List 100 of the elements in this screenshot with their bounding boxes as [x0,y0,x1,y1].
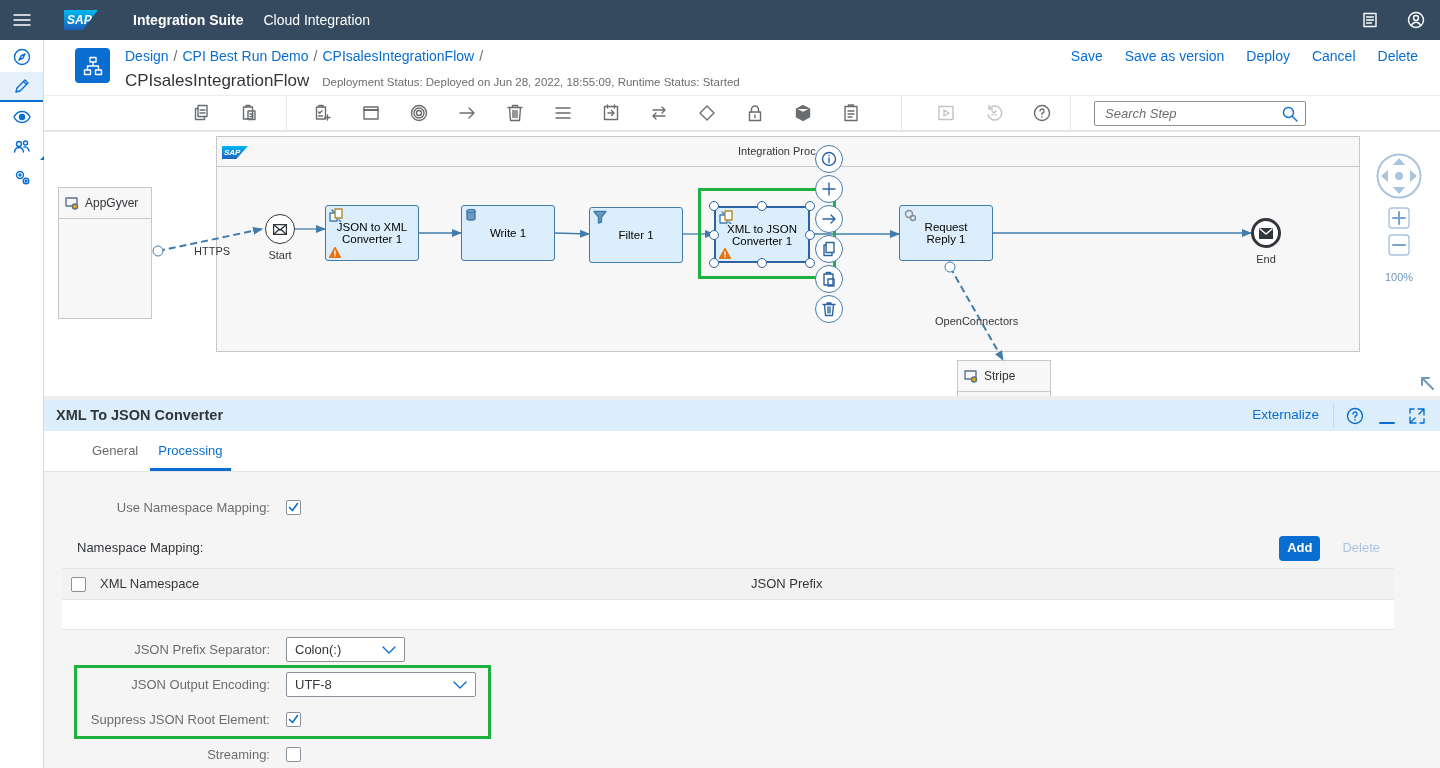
breadcrumb-separator: / [313,47,318,65]
zoom-level: 100% [1384,270,1414,284]
hierarchy-icon [82,55,103,76]
notes-icon[interactable] [1362,12,1378,28]
envelope-icon [273,223,287,235]
converter-icon [329,208,343,222]
import-icon [602,104,620,122]
envelope-icon [1259,227,1273,239]
resize-handle[interactable] [709,258,719,268]
expand-icon[interactable] [1408,406,1426,425]
action-link[interactable]: Deploy [1246,47,1290,65]
resize-handle[interactable] [757,201,767,211]
section-label: Namespace Mapping: [77,539,204,558]
lines-icon [554,104,572,122]
select-field[interactable]: Colon(:) [286,637,405,662]
resize-handle[interactable] [757,258,767,268]
step-label: Request Reply 1 [923,221,969,245]
process-step[interactable]: Request Reply 1 [899,205,993,261]
app-title: Integration Suite [133,10,244,30]
participant-icon [964,369,978,383]
copy-icon [821,241,837,257]
checkbox[interactable] [286,747,301,762]
process-step[interactable]: JSON to XML Converter 1 [325,205,419,261]
step-label: Filter 1 [617,229,655,241]
filter-icon [593,210,607,224]
action-link[interactable]: Save as version [1124,47,1225,65]
field-label: Suppress JSON Root Element: [89,710,270,729]
breadcrumb-link[interactable]: CPIsalesIntegrationFlow [322,47,475,65]
process-step[interactable]: XML to JSON Converter 1 [714,206,810,263]
paste-icon [821,271,837,287]
connector-arrow [294,225,326,233]
tab[interactable]: General [84,431,147,471]
compass-icon [12,48,31,66]
field-label: Use Namespace Mapping: [115,498,270,517]
process-step[interactable]: Filter 1 [589,207,683,263]
connection-port[interactable] [152,245,164,257]
checkbox[interactable] [71,576,86,592]
resize-handle[interactable] [709,201,719,211]
app-subtitle: Cloud Integration [263,10,371,30]
step-label: XML to JSON Converter 1 [726,222,798,247]
checkbox[interactable] [286,712,301,727]
user-icon[interactable] [1407,11,1425,29]
resize-handle[interactable] [805,258,815,268]
pool-title: Integration Proc [738,144,816,158]
delete-icon [821,301,837,317]
diamond-icon [698,104,716,122]
sap-logo: SAP [64,10,98,30]
database-icon [465,208,479,222]
connector-arrow [554,229,590,238]
event-label: Start [268,248,292,262]
search-field[interactable]: Search Step [1094,100,1306,126]
connection-port[interactable] [944,261,956,273]
participant-label: Stripe [984,368,1016,385]
event-label: End [1256,252,1276,266]
resize-handle[interactable] [805,201,815,211]
chevron-down-icon [382,645,396,654]
nav-item[interactable] [0,72,43,102]
help-icon [1033,104,1051,122]
field-label: JSON Prefix Separator: [133,640,270,659]
chevron-down-icon [453,680,467,689]
externalize-link[interactable]: Externalize [1252,405,1319,426]
panel-title: XML To JSON Converter [56,405,224,425]
checkbox[interactable] [286,500,301,515]
breadcrumb-separator: / [173,47,178,65]
search-icon[interactable] [1282,105,1298,122]
paste-icon [241,104,259,122]
collapse-arrow-icon[interactable] [1420,376,1434,390]
deployment-status: Deployment Status: Deployed on Jun 28, 2022, 18:55:09, Runtime Status: Started [322,75,740,90]
info-icon [821,151,837,167]
connection-label: OpenConnectors [935,314,1019,328]
participant-label: AppGyver [85,195,139,212]
swap-icon [650,104,668,122]
page-title: CPIsalesIntegrationFlow [125,70,310,92]
connector-arrow [418,229,462,237]
breadcrumb-link[interactable]: CPI Best Run Demo [182,47,309,65]
resize-handle[interactable] [709,229,719,240]
field-label: Streaming: [206,745,270,764]
add-button[interactable]: Add [1279,535,1321,561]
copy-icon [193,104,211,122]
select-field[interactable]: UTF-8 [286,672,476,697]
resize-handle[interactable] [805,229,815,240]
participant-icon [65,196,79,210]
check-icon [288,502,299,513]
undo-icon [985,104,1003,122]
action-link[interactable]: Delete [1377,47,1418,65]
users-icon [12,138,31,156]
breadcrumb-separator: / [479,47,484,65]
lock-icon [746,104,764,122]
process-step[interactable]: Write 1 [461,205,555,261]
help-icon[interactable] [1346,406,1364,425]
pencil-icon [12,77,31,95]
breadcrumb-link[interactable]: Design [125,47,169,65]
action-link[interactable]: Cancel [1311,47,1356,65]
menu-icon[interactable] [13,13,31,27]
zoom-out-icon[interactable] [1388,234,1410,256]
action-link[interactable]: Save [1070,47,1103,65]
connection-label: HTTPS [194,244,231,258]
add-step-icon [314,104,332,122]
zoom-in-icon[interactable] [1388,207,1410,229]
field-label: JSON Output Encoding: [130,675,270,694]
